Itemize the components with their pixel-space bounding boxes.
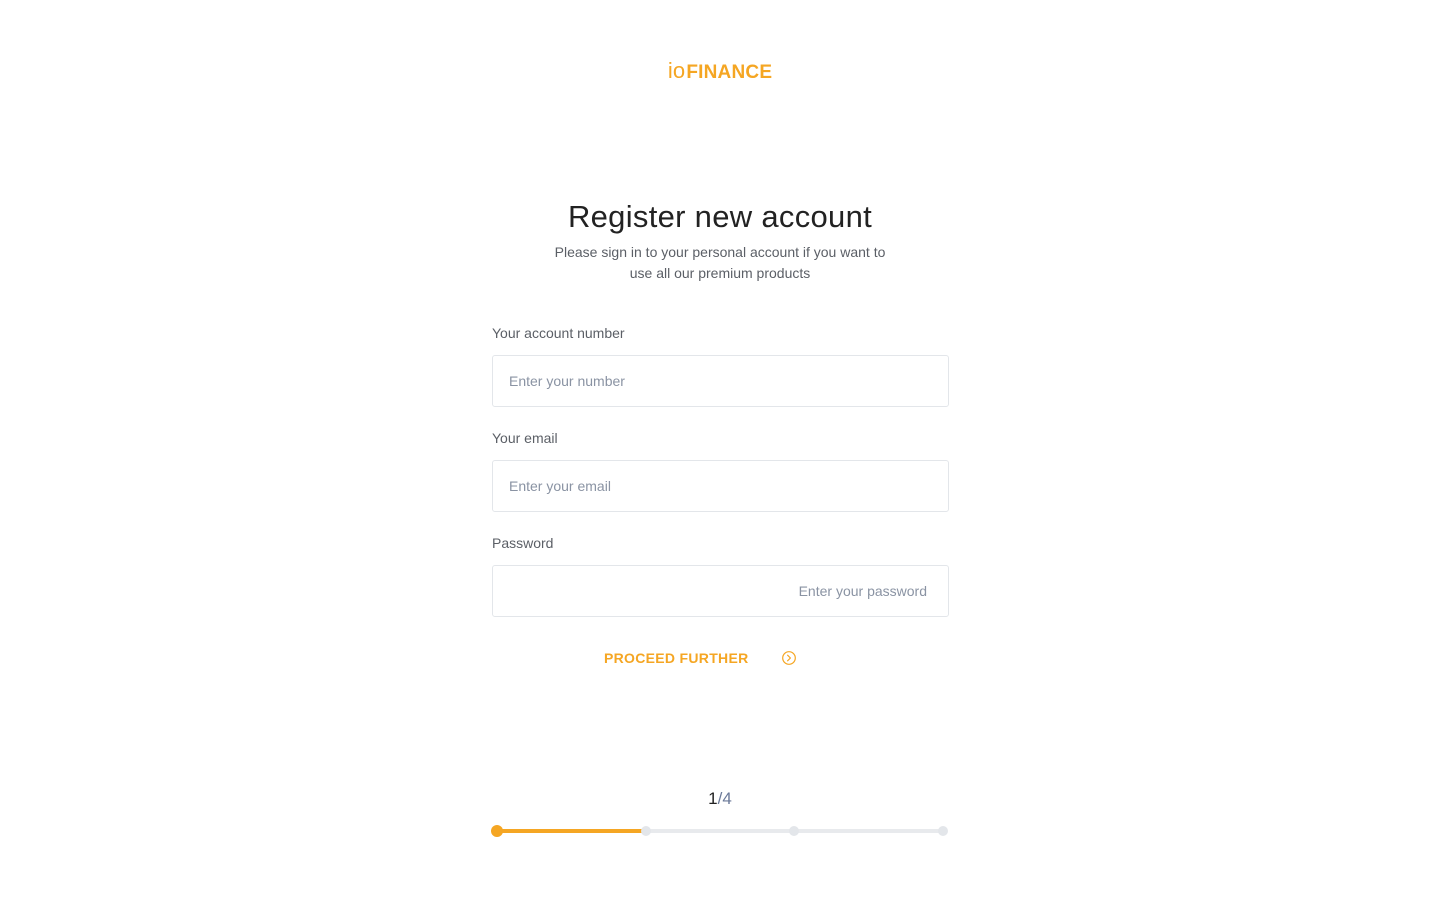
progress-fill	[497, 829, 644, 833]
page-subtitle: Please sign in to your personal account …	[554, 244, 886, 281]
register-page: ioFINANCE Register new account Please si…	[0, 0, 1440, 900]
step-total: 4	[722, 789, 732, 808]
email-field-wrapper	[492, 460, 949, 512]
step-counter: 1/4	[0, 787, 1440, 811]
logo-prefix: io	[667, 58, 686, 83]
progress-step-dot	[491, 825, 503, 837]
proceed-further-button[interactable]: PROCEED FURTHER	[604, 646, 804, 670]
proceed-further-label: PROCEED FURTHER	[604, 650, 749, 666]
logo: ioFINANCE	[0, 58, 1440, 86]
account-number-input[interactable]	[493, 356, 948, 406]
logo-wordmark: FINANCE	[686, 62, 773, 83]
account-number-label: Your account number	[492, 325, 625, 341]
register-form: Your account number Your email Password	[492, 322, 949, 637]
progress-step-dot	[789, 826, 799, 836]
email-input[interactable]	[493, 461, 948, 511]
account-number-field-wrapper	[492, 355, 949, 407]
progress-step-dot	[938, 826, 948, 836]
chevron-right-circle-icon	[782, 651, 796, 665]
password-input[interactable]	[493, 566, 948, 616]
page-title: Register new account	[567, 199, 873, 234]
password-field-wrapper	[492, 565, 949, 617]
progress-step-dot	[641, 826, 651, 836]
step-progress-bar	[491, 824, 949, 838]
password-label: Password	[492, 535, 554, 551]
step-current: 1	[708, 789, 718, 808]
email-label: Your email	[492, 430, 558, 446]
